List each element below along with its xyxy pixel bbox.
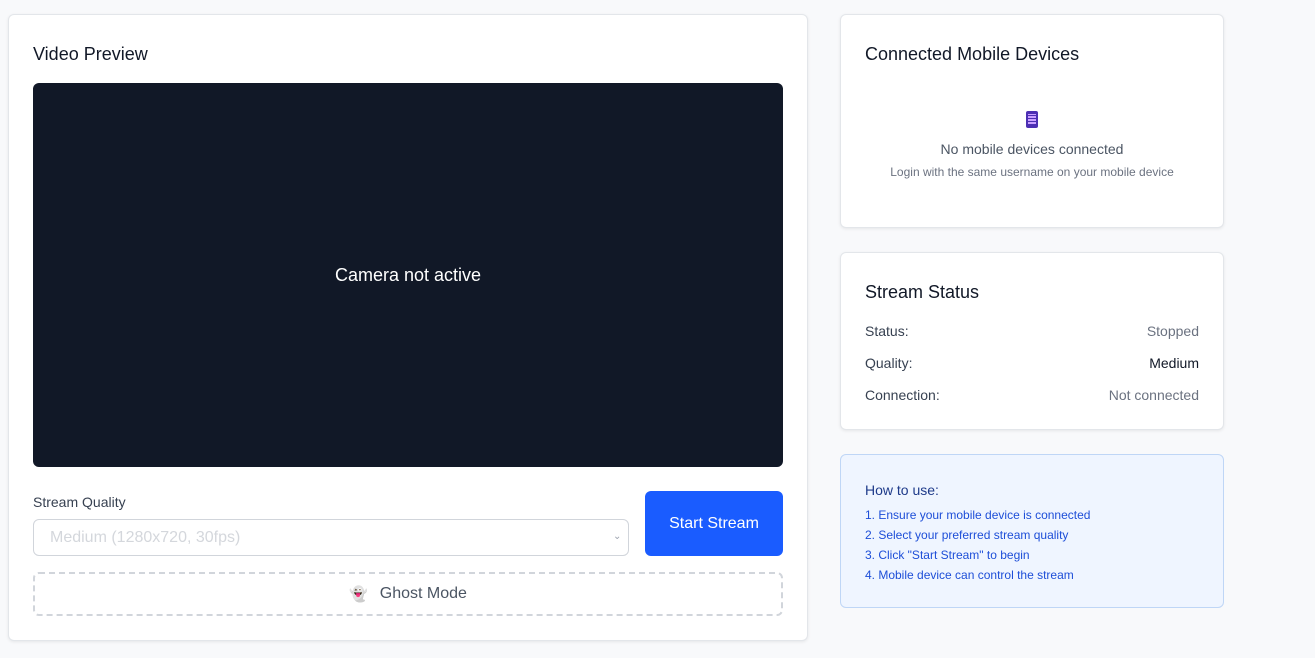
ghost-mode-label: Ghost Mode bbox=[379, 585, 467, 602]
stream-status-title: Stream Status bbox=[865, 282, 980, 302]
video-preview-title: Video Preview bbox=[33, 44, 148, 64]
list-item: 3. Click "Start Stream" to begin bbox=[865, 548, 1030, 562]
how-to-use-steps: 1. Ensure your mobile device is connecte… bbox=[865, 508, 1090, 588]
stream-quality-label: Stream Quality bbox=[33, 494, 126, 510]
status-row-status: Status: Stopped bbox=[865, 323, 1199, 339]
camera-status-text: Camera not active bbox=[334, 264, 482, 285]
connected-devices-title: Connected Mobile Devices bbox=[865, 44, 1080, 64]
how-to-use-title: How to use: bbox=[865, 482, 939, 498]
connected-devices-card: Connected Mobile Devices No mobile devic… bbox=[840, 14, 1224, 228]
how-to-use-card: How to use: 1. Ensure your mobile device… bbox=[840, 454, 1224, 608]
quality-label: Quality: bbox=[865, 355, 913, 371]
quality-value: Medium bbox=[1149, 355, 1199, 371]
camera-preview: Camera not active bbox=[33, 83, 783, 467]
mobile-phone-icon bbox=[1026, 111, 1038, 128]
chevron-down-icon: ⌄ bbox=[613, 531, 622, 542]
list-item: 4. Mobile device can control the stream bbox=[865, 568, 1074, 582]
connection-label: Connection: bbox=[865, 387, 940, 403]
connection-value: Not connected bbox=[1108, 387, 1199, 403]
stream-quality-select[interactable]: Medium (1280x720, 30fps) ⌄ bbox=[33, 519, 629, 556]
video-preview-card: Video Preview Camera not active Stream Q… bbox=[8, 14, 808, 641]
list-item: 1. Ensure your mobile device is connecte… bbox=[865, 508, 1091, 522]
status-label: Status: bbox=[865, 323, 909, 339]
status-value: Stopped bbox=[1146, 323, 1199, 339]
status-row-quality: Quality: Medium bbox=[865, 355, 1199, 371]
ghost-icon: 👻 bbox=[349, 586, 368, 603]
start-stream-button[interactable]: Start Stream bbox=[645, 491, 783, 556]
stream-status-card: Stream Status Status: Stopped Quality: M… bbox=[840, 252, 1224, 430]
no-devices-text: No mobile devices connected bbox=[940, 141, 1124, 157]
ghost-mode-button[interactable]: 👻 Ghost Mode bbox=[33, 572, 783, 616]
list-item: 2. Select your preferred stream quality bbox=[865, 528, 1069, 542]
stream-quality-value: Medium (1280x720, 30fps) bbox=[50, 528, 241, 546]
status-row-connection: Connection: Not connected bbox=[865, 387, 1199, 403]
devices-hint-text: Login with the same username on your mob… bbox=[890, 165, 1174, 179]
